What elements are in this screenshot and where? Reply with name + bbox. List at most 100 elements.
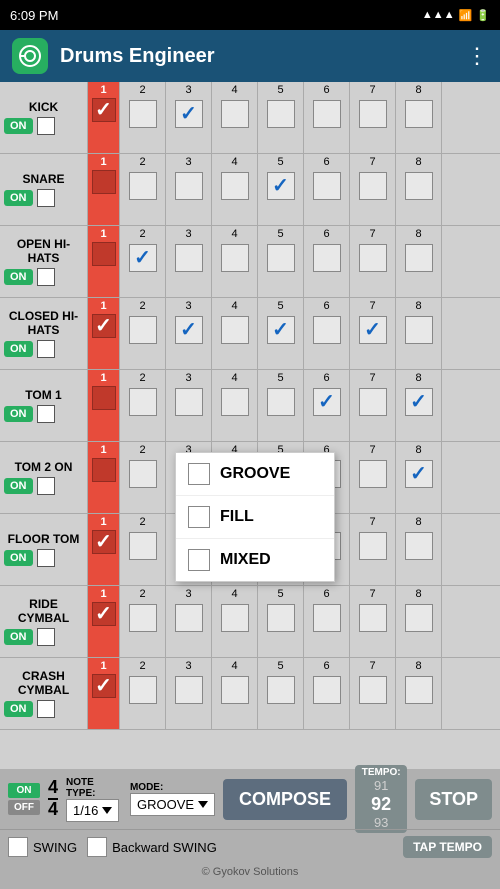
beat-checkbox-7-7[interactable] <box>405 604 433 632</box>
stop-button[interactable]: STOP <box>415 779 492 820</box>
dropdown-cb-fill[interactable] <box>188 506 210 528</box>
beat-cell-2-3: 4 <box>212 226 258 297</box>
beat-checkbox-3-0[interactable]: ✓ <box>92 314 116 338</box>
row-checkbox-8[interactable] <box>37 700 55 718</box>
beat-checkbox-2-4[interactable] <box>267 244 295 272</box>
beat-checkbox-4-2[interactable] <box>175 388 203 416</box>
beat-checkbox-0-5[interactable] <box>313 100 341 128</box>
row-checkbox-1[interactable] <box>37 189 55 207</box>
beat-checkbox-2-0[interactable] <box>92 242 116 266</box>
beat-checkbox-3-5[interactable] <box>313 316 341 344</box>
beat-checkbox-0-2[interactable]: ✓ <box>175 100 203 128</box>
note-type-dropdown[interactable]: 1/16 <box>66 799 119 822</box>
beat-checkbox-8-2[interactable] <box>175 676 203 704</box>
dropdown-cb-groove[interactable] <box>188 463 210 485</box>
row-checkbox-6[interactable] <box>37 549 55 567</box>
row-on-btn-6[interactable]: ON <box>4 550 33 566</box>
beat-checkbox-2-3[interactable] <box>221 244 249 272</box>
beat-checkbox-8-4[interactable] <box>267 676 295 704</box>
beat-checkbox-7-0[interactable]: ✓ <box>92 602 116 626</box>
dropdown-cb-mixed[interactable] <box>188 549 210 571</box>
beat-checkbox-1-4[interactable]: ✓ <box>267 172 295 200</box>
row-on-btn-4[interactable]: ON <box>4 406 33 422</box>
beat-checkbox-3-4[interactable]: ✓ <box>267 316 295 344</box>
beat-checkbox-1-0[interactable] <box>92 170 116 194</box>
beat-checkbox-7-3[interactable] <box>221 604 249 632</box>
row-checkbox-5[interactable] <box>37 477 55 495</box>
beat-checkbox-1-5[interactable] <box>313 172 341 200</box>
beat-checkbox-1-3[interactable] <box>221 172 249 200</box>
swing-checkbox[interactable] <box>8 837 28 857</box>
beat-checkbox-8-0[interactable]: ✓ <box>92 674 116 698</box>
beat-checkbox-4-6[interactable] <box>359 388 387 416</box>
toolbar-off-button[interactable]: OFF <box>8 800 40 815</box>
beat-checkbox-8-5[interactable] <box>313 676 341 704</box>
row-checkbox-0[interactable] <box>37 117 55 135</box>
beat-checkbox-4-0[interactable] <box>92 386 116 410</box>
beat-checkbox-5-0[interactable] <box>92 458 116 482</box>
row-on-btn-1[interactable]: ON <box>4 190 33 206</box>
beat-checkbox-3-2[interactable]: ✓ <box>175 316 203 344</box>
dropdown-item-mixed[interactable]: MIXED <box>176 539 334 581</box>
beat-checkbox-0-1[interactable] <box>129 100 157 128</box>
beat-checkbox-1-6[interactable] <box>359 172 387 200</box>
beat-checkbox-0-4[interactable] <box>267 100 295 128</box>
beat-checkbox-1-2[interactable] <box>175 172 203 200</box>
beat-checkbox-0-6[interactable] <box>359 100 387 128</box>
row-on-btn-5[interactable]: ON <box>4 478 33 494</box>
beat-checkbox-4-3[interactable] <box>221 388 249 416</box>
beat-checkbox-0-7[interactable] <box>405 100 433 128</box>
row-checkbox-7[interactable] <box>37 628 55 646</box>
beat-checkbox-1-1[interactable] <box>129 172 157 200</box>
beat-checkbox-7-6[interactable] <box>359 604 387 632</box>
backward-swing-checkbox[interactable] <box>87 837 107 857</box>
row-on-btn-7[interactable]: ON <box>4 629 33 645</box>
beat-checkbox-3-6[interactable]: ✓ <box>359 316 387 344</box>
beat-checkbox-6-0[interactable]: ✓ <box>92 530 116 554</box>
row-checkbox-3[interactable] <box>37 340 55 358</box>
row-on-btn-3[interactable]: ON <box>4 341 33 357</box>
beat-checkbox-7-2[interactable] <box>175 604 203 632</box>
beat-checkbox-8-3[interactable] <box>221 676 249 704</box>
beat-checkbox-3-3[interactable] <box>221 316 249 344</box>
row-on-btn-0[interactable]: ON <box>4 118 33 134</box>
beat-checkbox-0-0[interactable]: ✓ <box>92 98 116 122</box>
beat-checkbox-4-4[interactable] <box>267 388 295 416</box>
beat-checkbox-4-1[interactable] <box>129 388 157 416</box>
beat-checkbox-5-1[interactable] <box>129 460 157 488</box>
row-on-btn-8[interactable]: ON <box>4 701 33 717</box>
row-on-btn-2[interactable]: ON <box>4 269 33 285</box>
beat-checkbox-2-1[interactable]: ✓ <box>129 244 157 272</box>
beat-checkbox-4-7[interactable]: ✓ <box>405 388 433 416</box>
beat-checkbox-3-1[interactable] <box>129 316 157 344</box>
beat-checkbox-8-6[interactable] <box>359 676 387 704</box>
toolbar-on-button[interactable]: ON <box>8 783 40 798</box>
beat-checkbox-0-3[interactable] <box>221 100 249 128</box>
beat-checkbox-5-6[interactable] <box>359 460 387 488</box>
beat-checkbox-2-6[interactable] <box>359 244 387 272</box>
beat-checkbox-2-5[interactable] <box>313 244 341 272</box>
beat-checkbox-2-7[interactable] <box>405 244 433 272</box>
dropdown-item-groove[interactable]: GROOVE <box>176 453 334 496</box>
beat-checkbox-5-7[interactable]: ✓ <box>405 460 433 488</box>
beat-checkbox-6-6[interactable] <box>359 532 387 560</box>
beat-checkbox-1-7[interactable] <box>405 172 433 200</box>
beat-checkbox-4-5[interactable]: ✓ <box>313 388 341 416</box>
mode-dropdown[interactable]: GROOVEFILLMIXED <box>175 452 335 582</box>
row-checkbox-2[interactable] <box>37 268 55 286</box>
beat-checkbox-6-1[interactable] <box>129 532 157 560</box>
tap-tempo-button[interactable]: TAP TEMPO <box>403 836 492 858</box>
beat-checkbox-2-2[interactable] <box>175 244 203 272</box>
beat-checkbox-6-7[interactable] <box>405 532 433 560</box>
beat-checkbox-7-5[interactable] <box>313 604 341 632</box>
beat-checkbox-8-1[interactable] <box>129 676 157 704</box>
mode-dropdown[interactable]: GROOVE <box>130 793 215 816</box>
beat-checkbox-8-7[interactable] <box>405 676 433 704</box>
row-checkbox-4[interactable] <box>37 405 55 423</box>
beat-checkbox-3-7[interactable] <box>405 316 433 344</box>
menu-button[interactable]: ⋮ <box>466 43 488 69</box>
dropdown-item-fill[interactable]: FILL <box>176 496 334 539</box>
beat-checkbox-7-1[interactable] <box>129 604 157 632</box>
compose-button[interactable]: COMPOSE <box>223 779 347 820</box>
beat-checkbox-7-4[interactable] <box>267 604 295 632</box>
